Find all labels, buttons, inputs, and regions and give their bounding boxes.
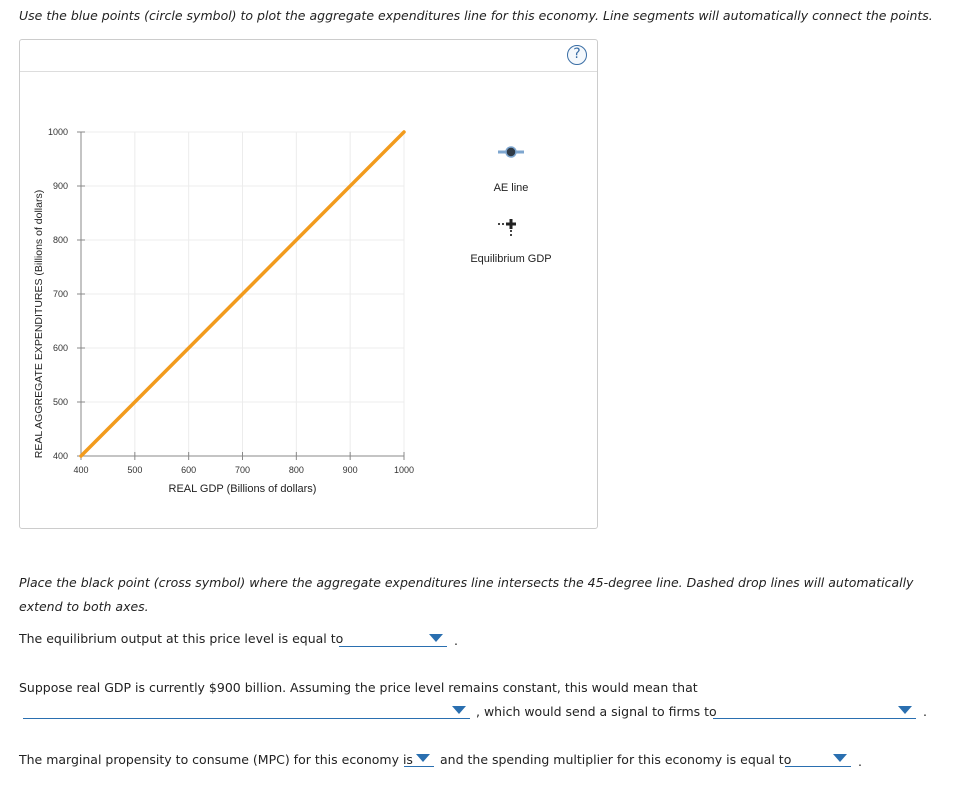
graph-panel: ? 400 500 600 700 800 900 1000 400 500 600 700 800 9… [19, 39, 598, 529]
chevron-down-icon [833, 754, 847, 762]
period: . [858, 754, 862, 769]
y-axis-label: REAL AGGREGATE EXPENDITURES (Billions of… [33, 190, 45, 458]
y-tick-label: 400 [53, 451, 68, 461]
ae-chart[interactable]: 400 500 600 700 800 900 1000 400 500 600 700 800 900… [20, 40, 597, 528]
q2-text: Suppose real GDP is currently $900 billi… [19, 680, 698, 695]
y-tick-label: 700 [53, 289, 68, 299]
x-tick-label: 800 [289, 465, 304, 475]
firm-signal-dropdown[interactable] [713, 700, 916, 719]
gdp-condition-dropdown[interactable] [23, 700, 470, 719]
circle-point-icon [505, 146, 517, 158]
legend-ae-line-tool[interactable]: AE line [494, 146, 529, 194]
chevron-down-icon [416, 754, 430, 762]
x-tick-label: 700 [235, 465, 250, 475]
legend-ae-line-label: AE line [494, 182, 529, 194]
q2-mid-text: , which would send a signal to firms to [476, 704, 717, 719]
period: . [923, 704, 927, 719]
y-tick-label: 1000 [48, 127, 68, 137]
y-tick-label: 500 [53, 397, 68, 407]
x-tick-label: 900 [343, 465, 358, 475]
y-tick-label: 800 [53, 235, 68, 245]
mpc-dropdown[interactable] [404, 748, 434, 767]
spending-multiplier-dropdown[interactable] [785, 748, 851, 767]
x-axis-label: REAL GDP (Billions of dollars) [169, 483, 317, 495]
chevron-down-icon [898, 706, 912, 714]
equilibrium-output-dropdown[interactable] [339, 628, 447, 647]
x-tick-label: 600 [181, 465, 196, 475]
legend-equilibrium-label: Equilibrium GDP [470, 253, 551, 265]
x-tick-label: 400 [73, 465, 88, 475]
y-tick-label: 900 [53, 181, 68, 191]
q3-mid-text: and the spending multiplier for this eco… [440, 752, 792, 767]
q3-text: The marginal propensity to consume (MPC)… [19, 752, 413, 767]
instruction-plot-ae: Use the blue points (circle symbol) to p… [19, 8, 933, 23]
q1-text: The equilibrium output at this price lev… [19, 631, 344, 646]
y-tick-label: 600 [53, 343, 68, 353]
legend-equilibrium-tool[interactable]: Equilibrium GDP [470, 219, 552, 265]
period: . [454, 633, 458, 648]
x-tick-label: 500 [127, 465, 142, 475]
instruction-place-point: Place the black point (cross symbol) whe… [19, 575, 914, 614]
x-tick-label: 1000 [394, 465, 414, 475]
chevron-down-icon [429, 634, 443, 642]
chevron-down-icon [452, 706, 466, 714]
